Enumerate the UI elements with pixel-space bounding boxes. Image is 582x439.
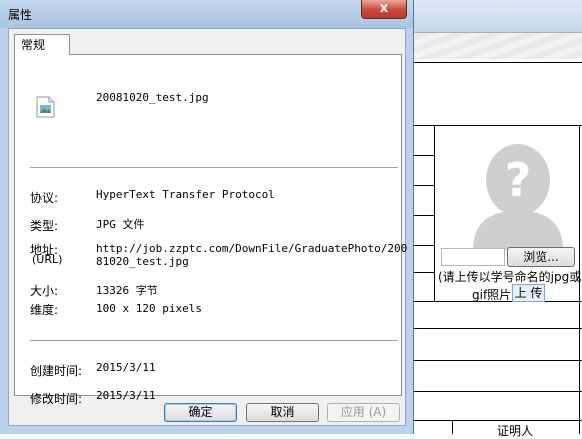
cancel-button[interactable]: 取消 (246, 403, 319, 422)
modified-label: 修改时间: (30, 392, 83, 406)
photo-file-input[interactable] (441, 248, 505, 266)
address-url-label: (URL) (32, 253, 63, 266)
dimensions-label: 维度: (30, 303, 59, 317)
dialog-titlebar[interactable]: 属性 x (0, 0, 413, 28)
browse-button[interactable]: 浏览... (507, 247, 575, 267)
dimensions-value: 100 x 120 pixels (96, 302, 202, 315)
protocol-label: 协议: (30, 191, 59, 205)
upload-hint-line2: gif照片) (472, 288, 516, 302)
address-value-line1: http://job.zzptc.com/DownFile/GraduatePh… (96, 242, 408, 255)
table-border (400, 62, 582, 63)
protocol-value: HyperText Transfer Protocol (96, 188, 275, 201)
witness-label: 证明人 (497, 424, 534, 438)
photo-placeholder-icon: ? (473, 144, 563, 250)
file-name: 20081020_test.jpg (96, 91, 209, 104)
table-border (400, 125, 582, 126)
table-border (452, 420, 453, 434)
browser-toolbar (400, 0, 582, 33)
table-border (400, 360, 582, 361)
table-border (434, 125, 435, 301)
address-value-line2: 81020_test.jpg (96, 255, 189, 268)
size-label: 大小: (30, 284, 59, 298)
table-border (400, 420, 582, 421)
separator (30, 167, 398, 169)
dialog-client-area: 常规 20081020_test.jpg 协议: HyperText Trans… (8, 28, 407, 426)
created-value: 2015/3/11 (96, 361, 156, 374)
close-button[interactable]: x (361, 0, 407, 19)
separator (30, 340, 398, 342)
type-value: JPG 文件 (96, 218, 145, 231)
size-value: 13326 字节 (96, 284, 158, 297)
tab-panel-general: 20081020_test.jpg 协议: HyperText Transfer… (14, 54, 407, 406)
type-label: 类型: (30, 219, 59, 233)
table-border (400, 328, 582, 329)
image-file-icon (36, 96, 55, 118)
properties-dialog: 属性 x 常规 20081020_test.jpg 协议: HyperText … (0, 0, 414, 434)
svg-text:?: ? (505, 153, 532, 207)
apply-button[interactable]: 应用 (A) (327, 403, 400, 422)
modified-value: 2015/3/11 (96, 389, 156, 402)
dialog-title: 属性 (8, 8, 33, 22)
created-label: 创建时间: (30, 364, 83, 378)
upload-button[interactable]: 上 传 (512, 284, 545, 302)
tab-general[interactable]: 常规 (14, 34, 70, 55)
upload-hint-line1: (请上传以学号命名的jpg或 (438, 270, 582, 284)
ok-button[interactable]: 确定 (164, 403, 237, 422)
table-border (400, 391, 582, 392)
form-header-band (400, 33, 582, 59)
